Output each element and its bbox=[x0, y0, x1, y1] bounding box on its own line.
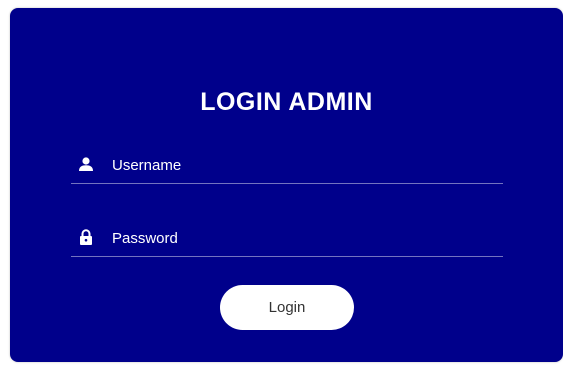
login-button[interactable]: Login bbox=[220, 285, 354, 330]
page-title: LOGIN ADMIN bbox=[200, 88, 373, 116]
page: LOGIN ADMIN Login bbox=[0, 0, 563, 367]
password-input[interactable] bbox=[112, 226, 492, 250]
username-field bbox=[71, 149, 503, 184]
password-field bbox=[71, 222, 503, 257]
username-input[interactable] bbox=[112, 153, 492, 177]
user-icon bbox=[77, 155, 95, 173]
login-card: LOGIN ADMIN Login bbox=[10, 8, 563, 362]
lock-icon bbox=[77, 228, 95, 246]
